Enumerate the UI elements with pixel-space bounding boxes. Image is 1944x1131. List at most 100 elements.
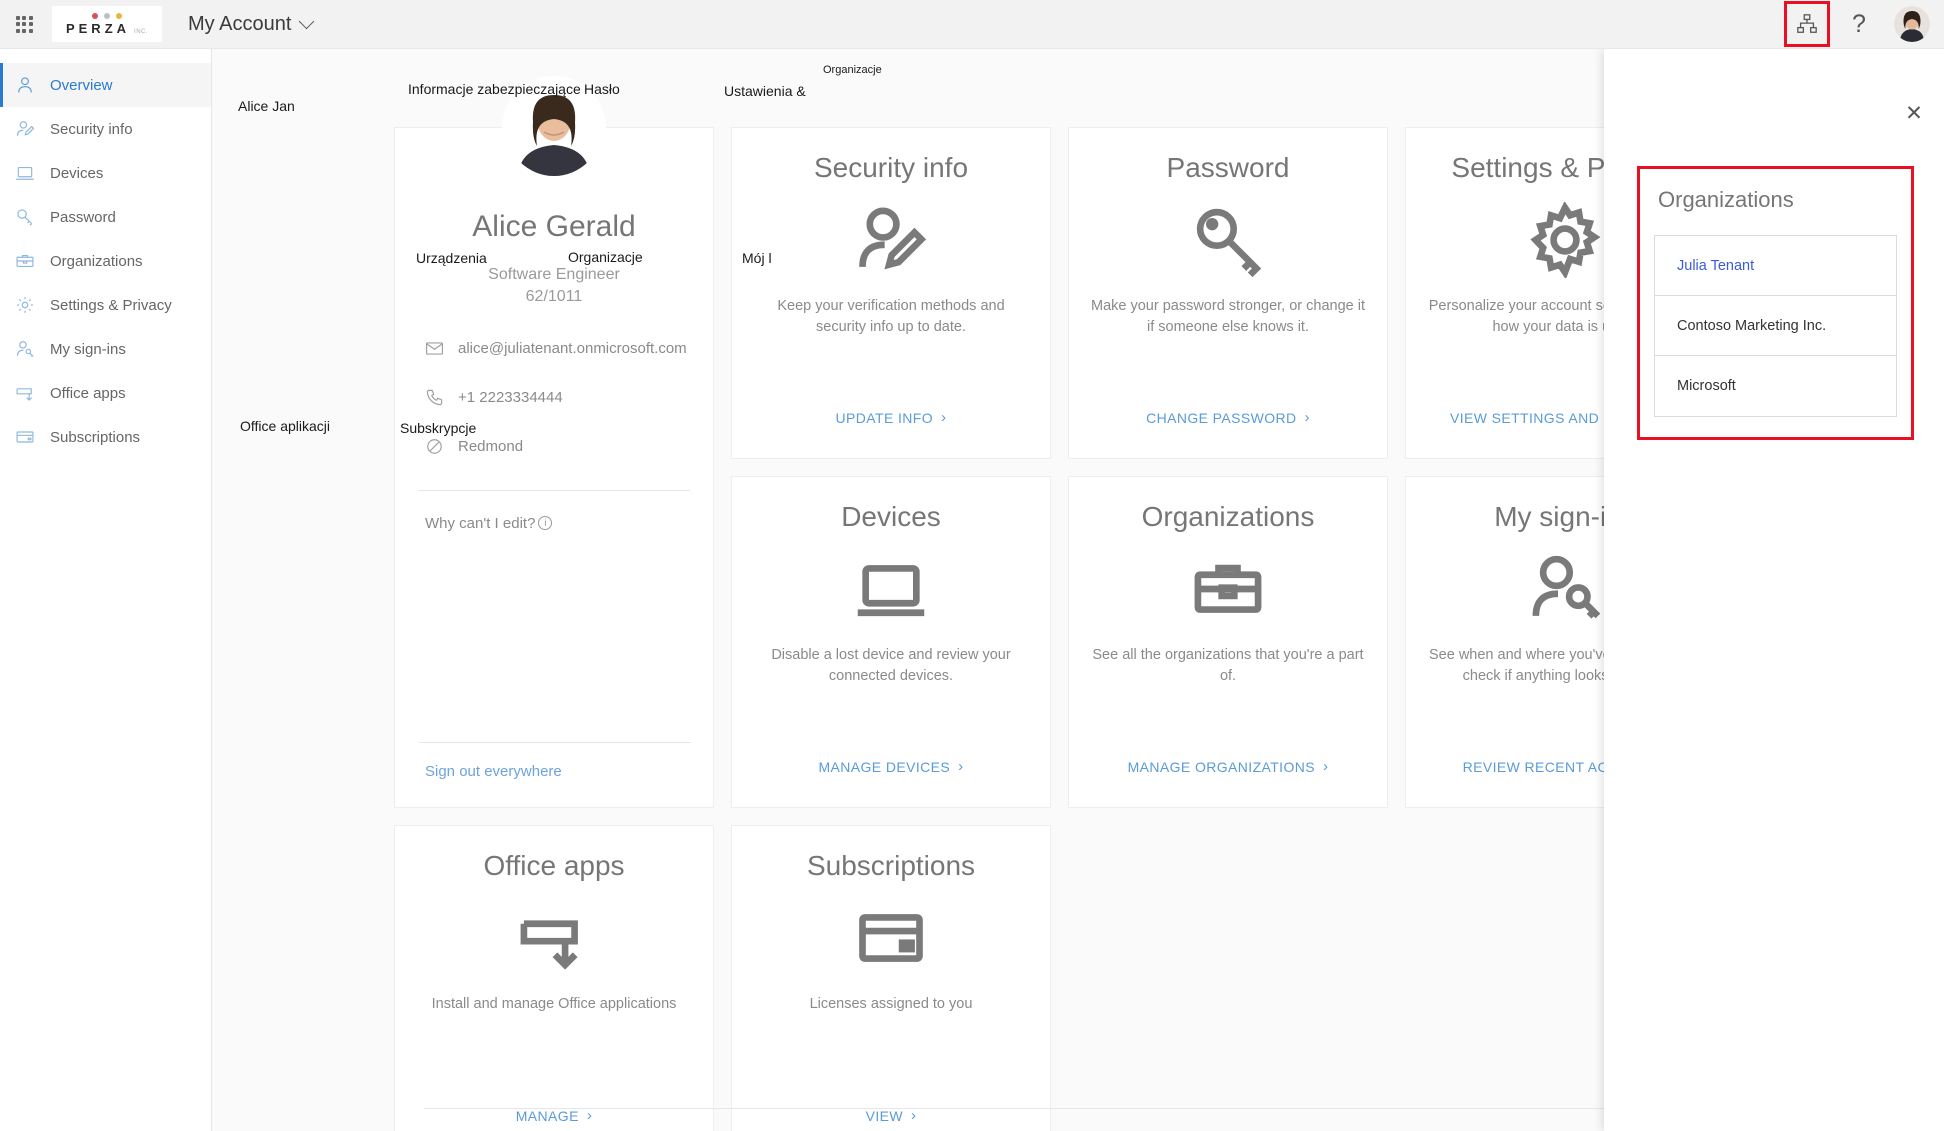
profile-email-row: alice@juliatenant.onmicrosoft.com (419, 339, 687, 358)
key-icon (1190, 194, 1266, 286)
profile-divider-bottom (419, 742, 691, 743)
card-description: Disable a lost device and review your co… (771, 647, 1011, 685)
sidebar-item-overview[interactable]: Overview (0, 63, 211, 107)
chevron-right-icon: › (586, 1107, 593, 1124)
annotation-label: Ustawienia & (724, 83, 806, 99)
app-launcher-icon[interactable] (0, 0, 48, 48)
card-devices[interactable]: Devices Disable a lost device and review… (731, 476, 1051, 808)
annotation-label: Subskrypcje (400, 420, 477, 436)
brand-suffix: INC. (134, 28, 149, 35)
chevron-right-icon: › (941, 409, 947, 426)
mail-icon (425, 342, 444, 355)
why-cant-i-edit-link[interactable]: Why can't I edit? i (419, 514, 553, 532)
chevron-down-icon (299, 13, 315, 30)
phone-icon (426, 389, 443, 406)
sidebar-item-organizations[interactable]: Organizations (0, 239, 211, 283)
organizations-list: Julia Tenant Contoso Marketing Inc. Micr… (1654, 235, 1897, 417)
person-edit-icon (853, 194, 929, 286)
brand-dots (92, 12, 122, 19)
person-icon (14, 74, 36, 96)
person-key-icon (1527, 543, 1603, 635)
profile-email: alice@juliatenant.onmicrosoft.com (458, 339, 687, 357)
card-organizations[interactable]: Organizations See all the organizations … (1068, 476, 1388, 808)
card-action-link[interactable]: MANAGE ORGANIZATIONS › (1128, 758, 1329, 775)
chevron-right-icon: › (1323, 758, 1329, 775)
sidebar-item-label: Security info (50, 120, 133, 138)
sidebar-item-my-sign-ins[interactable]: My sign-ins (0, 327, 211, 371)
key-icon (14, 206, 36, 228)
profile-name: Alice Gerald (472, 210, 636, 243)
card-description: Licenses assigned to you (809, 996, 973, 1012)
card-action-link[interactable]: VIEW › (866, 1107, 917, 1124)
card-link-label: MANAGE DEVICES (818, 758, 951, 775)
card-title: Organizations (1141, 501, 1315, 532)
card-icon (853, 892, 929, 984)
sidebar-item-settings-privacy[interactable]: Settings & Privacy (0, 283, 211, 327)
card-action-link[interactable]: CHANGE PASSWORD › (1146, 409, 1310, 426)
sidebar-item-label: Office apps (50, 384, 126, 402)
profile-location-row: Redmond (419, 437, 523, 456)
card-office-apps[interactable]: Office apps Install and manage Office ap… (394, 825, 714, 1131)
annotation-label: Office aplikacji (240, 418, 331, 434)
card-link-label: CHANGE PASSWORD (1146, 409, 1297, 426)
sidebar-item-password[interactable]: Password (0, 195, 211, 239)
info-icon[interactable]: i (538, 516, 553, 531)
card-action-link[interactable]: MANAGE › (516, 1107, 592, 1124)
list-item[interactable]: Microsoft (1655, 356, 1896, 416)
sidebar-item-label: Devices (50, 164, 104, 182)
card-subscriptions[interactable]: Subscriptions Licenses assigned to you V… (731, 825, 1051, 1131)
list-item[interactable]: Julia Tenant (1655, 236, 1896, 296)
avatar[interactable] (1894, 6, 1930, 42)
card-link-label: MANAGE ORGANIZATIONS (1127, 758, 1316, 775)
office-download-icon (516, 892, 592, 984)
why-edit-label: Why can't I edit? (425, 514, 536, 532)
profile-card: Alice Gerald Software Engineer 62/1011 a… (394, 76, 714, 808)
profile-phone: +1 2223334444 (458, 388, 563, 406)
card-action-link[interactable]: UPDATE INFO › (836, 409, 947, 426)
card-link-label: UPDATE INFO (835, 409, 934, 426)
sidebar-item-label: Subscriptions (50, 428, 141, 446)
profile-role: Software Engineer 62/1011 (488, 264, 620, 309)
sidebar-item-label: Settings & Privacy (50, 296, 172, 314)
sidebar-item-office-apps[interactable]: Office apps (0, 371, 211, 415)
sidebar-item-subscriptions[interactable]: Subscriptions (0, 415, 211, 459)
briefcase-icon (1190, 543, 1266, 635)
annotation-label: Mój l (742, 250, 772, 266)
sidebar-item-security-info[interactable]: Security info (0, 107, 211, 151)
laptop-icon (14, 162, 36, 184)
annotation-label: Organizacje (568, 249, 643, 265)
card-security-info[interactable]: Security info Keep your verification met… (731, 127, 1051, 459)
chevron-right-icon: › (958, 758, 964, 775)
annotation-label: Hasło (584, 81, 620, 97)
sidebar-item-label: My sign-ins (50, 340, 126, 358)
profile-location: Redmond (458, 437, 524, 455)
card-password[interactable]: Password Make your password stronger, or… (1068, 127, 1388, 459)
flyout-title: Organizations (1658, 187, 1794, 212)
app-title-menu[interactable]: My Account (188, 13, 315, 36)
list-item[interactable]: Contoso Marketing Inc. (1655, 296, 1896, 356)
close-icon[interactable]: ✕ (1902, 101, 1926, 125)
gear-icon (1527, 194, 1603, 286)
sidebar-item-label: Organizations (50, 252, 143, 270)
profile-phone-row: +1 2223334444 (419, 388, 563, 407)
sidebar-item-label: Overview (50, 76, 113, 94)
brand-name: PERZA (65, 20, 131, 36)
header-actions: ? (1784, 1, 1944, 47)
organization-hierarchy-icon[interactable] (1784, 1, 1830, 47)
brand-logo[interactable]: PERZA INC. (52, 6, 162, 42)
card-action-link[interactable]: MANAGE DEVICES › (818, 758, 963, 775)
card-link-label: VIEW (865, 1107, 903, 1124)
overview-card-grid: Alice Gerald Software Engineer 62/1011 a… (394, 76, 1725, 1131)
chevron-right-icon: › (1304, 409, 1310, 426)
location-icon (427, 438, 442, 454)
person-edit-icon (14, 118, 36, 140)
help-icon[interactable]: ? (1836, 1, 1882, 47)
person-key-icon (14, 338, 36, 360)
sign-out-everywhere-link[interactable]: Sign out everywhere (425, 763, 562, 780)
chevron-right-icon: › (910, 1107, 917, 1124)
profile-role-id: 62/1011 (525, 288, 583, 306)
briefcase-icon (14, 250, 36, 272)
annotation-label: Organizacje (823, 64, 882, 76)
sidebar-item-devices[interactable]: Devices (0, 151, 211, 195)
card-title: Password (1166, 152, 1290, 183)
